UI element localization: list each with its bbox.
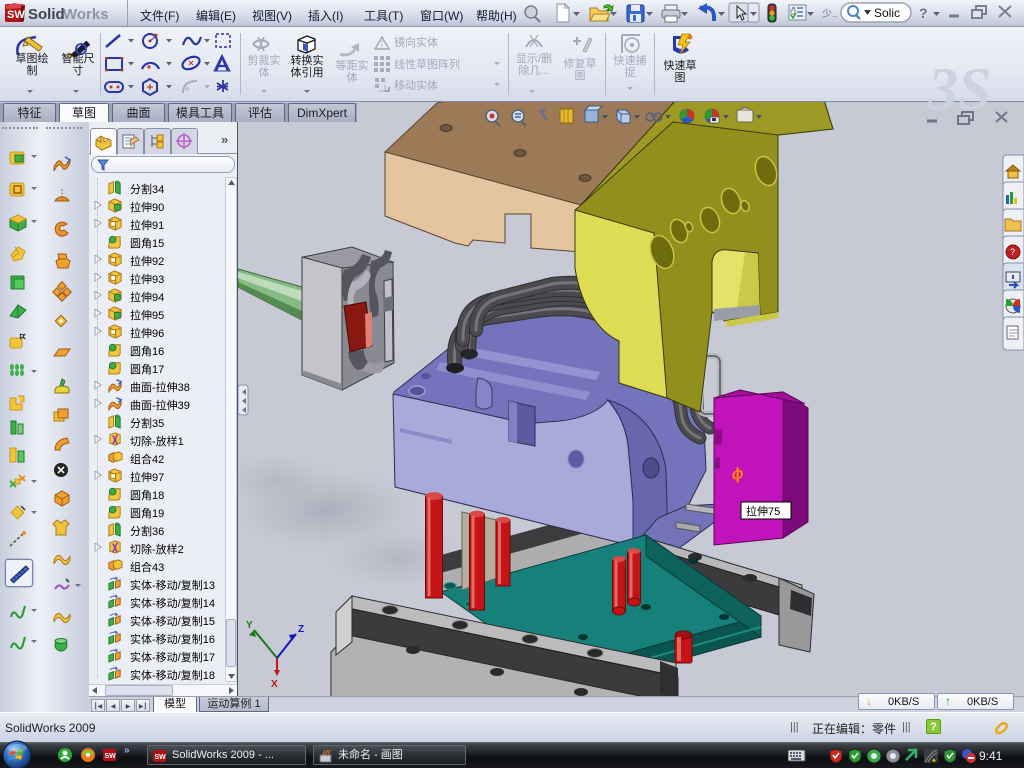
svg-text:Z: Z — [298, 624, 304, 635]
svg-text:拉伸75: 拉伸75 — [746, 504, 780, 518]
svg-text:少..: 少.. — [822, 8, 838, 20]
svg-text:SW: SW — [155, 754, 167, 761]
svg-text:X: X — [271, 679, 278, 690]
svg-text:Y: Y — [246, 620, 253, 631]
svg-text:?: ? — [919, 5, 928, 21]
svg-text:SW: SW — [105, 753, 117, 760]
svg-text:?: ? — [1010, 247, 1015, 257]
svg-text:Solic: Solic — [874, 6, 900, 20]
